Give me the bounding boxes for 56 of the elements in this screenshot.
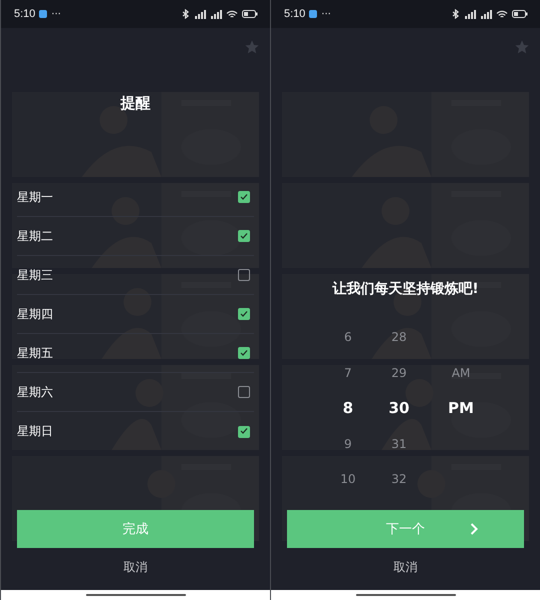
- wifi-icon: [226, 10, 238, 18]
- battery-icon: [512, 10, 528, 18]
- weekday-label: 星期一: [17, 188, 53, 206]
- dialog-title: 提醒: [120, 93, 150, 114]
- hour-option[interactable]: 6: [328, 320, 368, 356]
- bluetooth-icon: [182, 9, 190, 19]
- chevron-right-icon: [470, 523, 478, 535]
- signal-icon: [464, 10, 476, 18]
- wifi-icon: [496, 10, 508, 18]
- period-option[interactable]: PM: [441, 391, 481, 426]
- weekday-row[interactable]: 星期二: [17, 217, 254, 256]
- notification-dots: ···: [321, 8, 331, 20]
- signal-icon: [210, 10, 222, 18]
- signal-icon: [194, 10, 206, 18]
- checkbox[interactable]: [238, 426, 250, 438]
- hour-option[interactable]: 10: [328, 462, 368, 498]
- signal-icon: [480, 10, 492, 18]
- weekday-row[interactable]: 星期四: [17, 295, 254, 334]
- checkbox[interactable]: [238, 308, 250, 320]
- weekday-row[interactable]: 星期三: [17, 256, 254, 295]
- status-time: 5:10: [14, 8, 36, 20]
- status-time: 5:10: [284, 8, 306, 20]
- dialog-title: 让我们每天坚持锻炼吧!: [332, 280, 479, 299]
- weekday-row[interactable]: 星期五: [17, 334, 254, 373]
- period-option[interactable]: AM: [441, 356, 481, 391]
- cancel-button[interactable]: 取消: [116, 553, 156, 582]
- star-icon[interactable]: [244, 39, 260, 55]
- minute-option[interactable]: 29: [379, 356, 419, 391]
- weekday-label: 星期四: [17, 306, 53, 322]
- checkbox[interactable]: [238, 230, 250, 242]
- app-icon: [309, 10, 318, 18]
- minute-option[interactable]: 32: [379, 462, 419, 498]
- weekday-row[interactable]: 星期一: [17, 178, 254, 217]
- hour-option[interactable]: 7: [328, 356, 368, 391]
- hour-option[interactable]: 9: [328, 426, 368, 462]
- weekday-label: 星期六: [17, 384, 53, 400]
- weekday-row[interactable]: 星期日: [17, 412, 254, 451]
- checkbox[interactable]: [238, 269, 250, 281]
- star-icon[interactable]: [514, 39, 530, 55]
- minute-option[interactable]: 28: [379, 320, 419, 356]
- weekday-label: 星期三: [17, 266, 53, 284]
- minute-option[interactable]: 30: [379, 391, 419, 426]
- weekday-label: 星期五: [17, 344, 53, 362]
- bluetooth-icon: [452, 9, 460, 19]
- app-icon: [39, 10, 48, 18]
- cancel-button[interactable]: 取消: [386, 553, 426, 582]
- weekday-label: 星期日: [17, 423, 53, 440]
- weekday-label: 星期二: [17, 228, 53, 244]
- battery-icon: [242, 10, 258, 18]
- weekday-row[interactable]: 星期六: [17, 373, 254, 412]
- checkbox[interactable]: [238, 386, 250, 398]
- notification-dots: ···: [51, 8, 61, 20]
- minute-option[interactable]: 31: [379, 426, 419, 462]
- checkbox[interactable]: [238, 347, 250, 359]
- hour-option[interactable]: 8: [328, 391, 368, 426]
- checkbox[interactable]: [238, 191, 250, 203]
